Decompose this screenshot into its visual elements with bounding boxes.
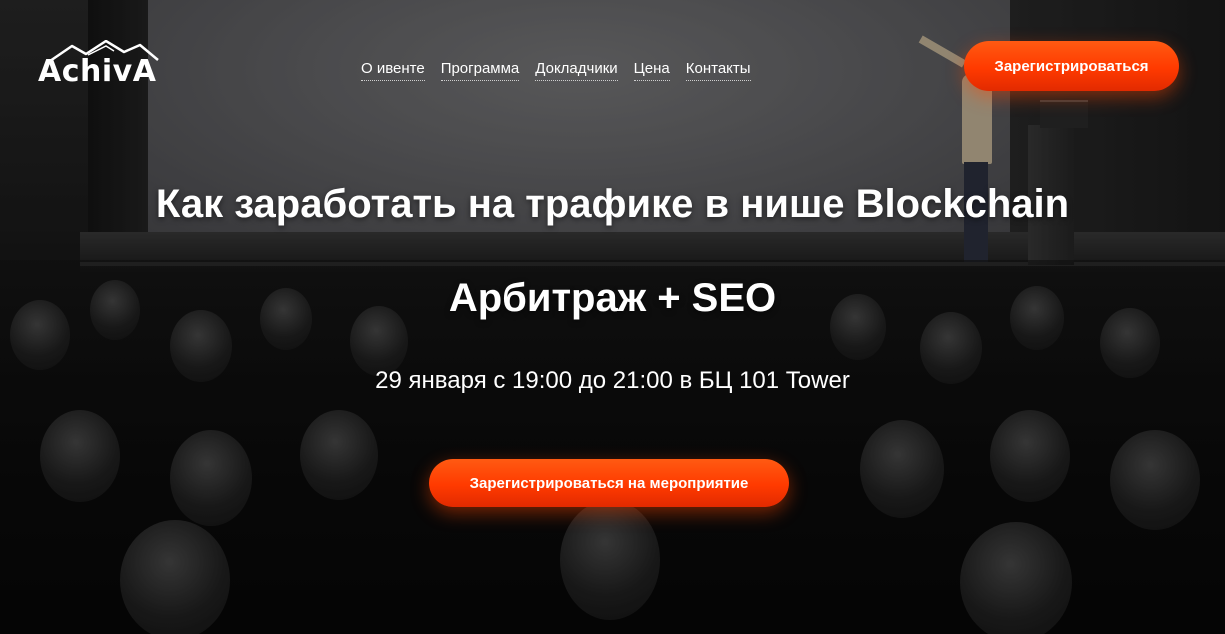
brand-logo[interactable]: AchivA — [38, 40, 159, 89]
header-register-button[interactable]: Зарегистрироваться — [964, 41, 1179, 91]
brand-logo-text: AchivA — [38, 54, 157, 89]
nav-link-about[interactable]: О ивенте — [361, 60, 425, 81]
nav-link-speakers[interactable]: Докладчики — [535, 60, 618, 81]
page-title: Как заработать на трафике в нише Blockch… — [155, 182, 1070, 226]
nav-link-program[interactable]: Программа — [440, 60, 520, 81]
hero-section: AchivA О ивенте Программа Докладчики Цен… — [0, 0, 1225, 634]
nav-link-contacts[interactable]: Контакты — [685, 60, 751, 81]
nav-link-price[interactable]: Цена — [633, 60, 670, 81]
event-date-location: 29 января с 19:00 до 21:00 в БЦ 101 Towe… — [375, 367, 850, 394]
page-subtitle: Арбитраж + SEO — [448, 276, 777, 320]
event-register-button[interactable]: Зарегистрироваться на мероприятие — [429, 459, 789, 507]
main-nav: О ивенте Программа Докладчики Цена Конта… — [361, 60, 751, 81]
